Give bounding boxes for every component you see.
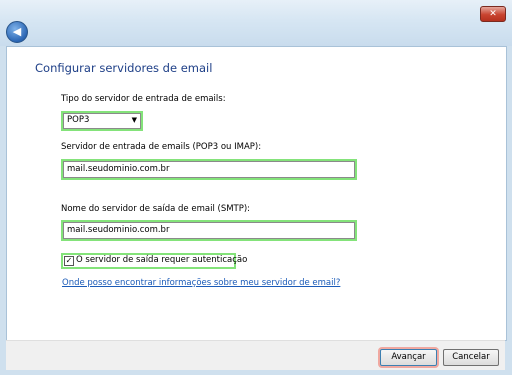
close-button[interactable]: ✕ [480, 6, 506, 22]
incoming-server-label: Servidor de entrada de emails (POP3 ou I… [61, 142, 262, 152]
dialog-content: Configurar servidores de email Tipo do s… [6, 46, 507, 341]
outgoing-server-label: Nome do servidor de saída de email (SMTP… [61, 204, 251, 214]
chevron-down-icon: ▼ [131, 116, 137, 124]
page-title: Configurar servidores de email [35, 61, 213, 75]
outgoing-server-value: mail.seudominio.com.br [67, 225, 170, 235]
auth-checkbox-row[interactable]: ✓ O servidor de saída requer autenticaçã… [63, 255, 247, 267]
cancel-button[interactable]: Cancelar [443, 349, 499, 366]
auth-checkbox-label: O servidor de saída requer autenticação [76, 255, 248, 265]
title-bar: ✕ ◀ [0, 0, 512, 46]
back-arrow-icon: ◀ [12, 25, 22, 38]
help-link[interactable]: Onde posso encontrar informações sobre m… [62, 278, 340, 288]
incoming-type-label: Tipo do servidor de entrada de emails: [61, 94, 226, 104]
close-icon: ✕ [489, 9, 497, 19]
footer-bar: Avançar Cancelar [6, 340, 505, 370]
back-button[interactable]: ◀ [6, 21, 28, 43]
incoming-server-value: mail.seudominio.com.br [67, 164, 170, 174]
incoming-server-input[interactable]: mail.seudominio.com.br [63, 161, 355, 178]
outgoing-server-input[interactable]: mail.seudominio.com.br [63, 222, 355, 239]
incoming-type-value: POP3 [67, 115, 90, 125]
next-button[interactable]: Avançar [380, 349, 437, 366]
auth-checkbox[interactable]: ✓ [64, 256, 74, 266]
incoming-type-select[interactable]: POP3 ▼ [63, 113, 141, 129]
